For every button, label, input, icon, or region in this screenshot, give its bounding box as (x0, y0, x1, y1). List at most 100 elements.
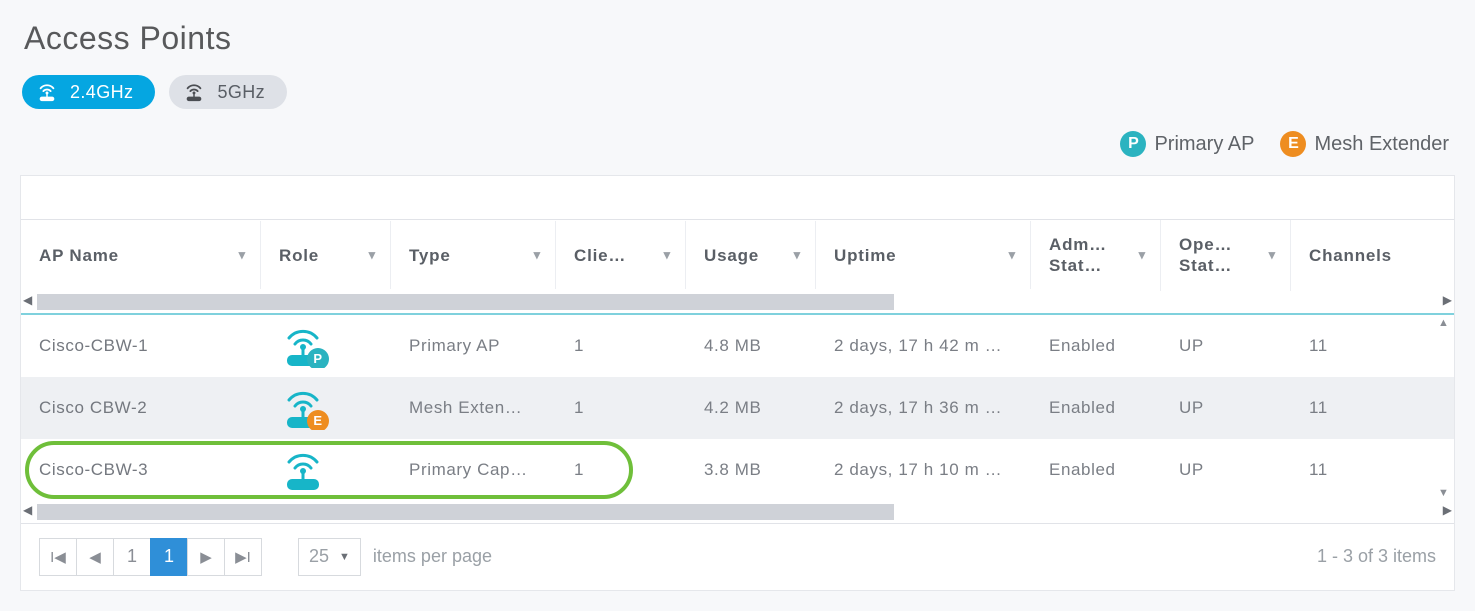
scroll-left-icon[interactable]: ◀ (23, 503, 32, 517)
cell-clients: 1 (556, 336, 686, 356)
cell-oper: UP (1161, 460, 1291, 480)
tab-label: 2.4GHz (70, 82, 133, 103)
mesh-extender-badge-icon: E (1280, 131, 1306, 157)
caret-down-icon: ▼ (339, 551, 350, 563)
table-row[interactable]: Cisco-CBW-1 (21, 315, 1454, 377)
col-label: Adm… Stat… (1049, 234, 1133, 277)
cell-uptime: 2 days, 17 h 10 m … (816, 460, 1031, 480)
pager-prev-button[interactable]: ◀ (76, 538, 114, 576)
cell-admin: Enabled (1031, 336, 1161, 356)
ap-role-icon (279, 448, 327, 492)
cell-channels: 11 (1291, 336, 1406, 356)
col-label: AP Name (39, 245, 119, 266)
col-label: Type (409, 245, 451, 266)
ap-icon (183, 82, 205, 102)
scroll-left-icon[interactable]: ◀ (23, 293, 32, 307)
cell-uptime: 2 days, 17 h 36 m … (816, 398, 1031, 418)
col-label: Clie… (574, 245, 626, 266)
col-usage[interactable]: Usage ▾ (686, 221, 816, 289)
col-role[interactable]: Role ▾ (261, 221, 391, 289)
legend-extender-label: Mesh Extender (1314, 133, 1449, 156)
cell-channels: 11 (1291, 398, 1406, 418)
cell-channels: 11 (1291, 460, 1406, 480)
pager-first-button[interactable]: I◀ (39, 538, 77, 576)
col-label: Ope… Stat… (1179, 234, 1263, 277)
col-ap-name[interactable]: AP Name ▾ (21, 221, 261, 289)
cell-oper: UP (1161, 336, 1291, 356)
cell-oper: UP (1161, 398, 1291, 418)
chevron-down-icon: ▾ (369, 247, 376, 263)
scroll-right-icon[interactable]: ▶ (1443, 503, 1452, 517)
cell-ap-name[interactable]: Cisco-CBW-3 (21, 460, 261, 480)
chevron-down-icon: ▾ (1269, 247, 1276, 263)
tab-label: 5GHz (217, 82, 265, 103)
ap-icon (36, 82, 58, 102)
chevron-down-icon: ▾ (664, 247, 671, 263)
ap-table: AP Name ▾ Role ▾ Type ▾ Clie… ▾ Usage ▾ Uptim… (20, 175, 1455, 591)
per-page-select[interactable]: 25 ▼ (298, 538, 361, 576)
pager-next-button[interactable]: ▶ (187, 538, 225, 576)
col-label: Usage (704, 245, 759, 266)
pager-page-input[interactable]: 1 (113, 538, 151, 576)
cell-role: E (261, 386, 391, 430)
table-row[interactable]: Cisco-CBW-3 (21, 439, 1454, 501)
chevron-down-icon: ▾ (794, 247, 801, 263)
col-label: Role (279, 245, 319, 266)
tab-2-4ghz[interactable]: 2.4GHz (22, 75, 155, 109)
page-title: Access Points (24, 20, 1455, 57)
chevron-down-icon: ▾ (239, 247, 246, 263)
cell-type: Primary Cap… (391, 460, 556, 480)
primary-ap-badge-icon: P (1120, 131, 1146, 157)
col-oper-status[interactable]: Ope… Stat… ▾ (1161, 220, 1291, 291)
cell-admin: Enabled (1031, 460, 1161, 480)
cell-role (261, 448, 391, 492)
vertical-scrollbar[interactable]: ▲ ▼ (1436, 315, 1454, 501)
cell-ap-name[interactable]: Cisco CBW-2 (21, 398, 261, 418)
cell-uptime: 2 days, 17 h 42 m … (816, 336, 1031, 356)
table-filter-row (21, 176, 1454, 220)
chevron-down-icon: ▾ (1009, 247, 1016, 263)
legend: P Primary AP E Mesh Extender (20, 131, 1449, 157)
ap-role-icon: E (279, 386, 327, 430)
col-admin-status[interactable]: Adm… Stat… ▾ (1031, 220, 1161, 291)
cell-usage: 4.2 MB (686, 398, 816, 418)
ap-role-icon: P (279, 324, 327, 368)
body-horizontal-scrollbar[interactable]: ◀ ▶ (21, 501, 1454, 523)
cell-ap-name[interactable]: Cisco-CBW-1 (21, 336, 261, 356)
table-body: Cisco-CBW-1 (21, 315, 1454, 501)
chevron-down-icon: ▾ (1139, 247, 1146, 263)
pager-current-page[interactable]: 1 (150, 538, 188, 576)
header-horizontal-scrollbar[interactable]: ◀ ▶ (21, 291, 1454, 313)
table-pager: I◀ ◀ 1 1 ▶ ▶I 25 ▼ items per page 1 - 3 … (21, 523, 1454, 590)
scroll-up-icon[interactable]: ▲ (1438, 317, 1449, 329)
table-row[interactable]: Cisco CBW-2 (21, 377, 1454, 439)
col-type[interactable]: Type ▾ (391, 221, 556, 289)
cell-usage: 3.8 MB (686, 460, 816, 480)
primary-badge-icon: P (307, 348, 329, 368)
tab-5ghz[interactable]: 5GHz (169, 75, 287, 109)
col-label: Uptime (834, 245, 896, 266)
per-page-label: items per page (373, 546, 492, 567)
table-header: AP Name ▾ Role ▾ Type ▾ Clie… ▾ Usage ▾ Uptim… (21, 220, 1454, 291)
cell-role: P (261, 324, 391, 368)
scroll-down-icon[interactable]: ▼ (1438, 487, 1449, 499)
per-page-value: 25 (309, 546, 329, 567)
pager-summary: 1 - 3 of 3 items (1317, 546, 1436, 567)
col-channels[interactable]: Channels (1291, 221, 1406, 289)
scroll-track[interactable] (37, 294, 894, 310)
cell-type: Primary AP (391, 336, 556, 356)
extender-badge-icon: E (307, 410, 329, 430)
cell-clients: 1 (556, 460, 686, 480)
pager-last-button[interactable]: ▶I (224, 538, 262, 576)
col-label: Channels (1309, 245, 1392, 266)
col-clients[interactable]: Clie… ▾ (556, 221, 686, 289)
scroll-track[interactable] (37, 504, 894, 520)
scroll-right-icon[interactable]: ▶ (1443, 293, 1452, 307)
cell-clients: 1 (556, 398, 686, 418)
band-tabs: 2.4GHz 5GHz (22, 75, 1455, 109)
cell-usage: 4.8 MB (686, 336, 816, 356)
cell-admin: Enabled (1031, 398, 1161, 418)
col-uptime[interactable]: Uptime ▾ (816, 221, 1031, 289)
cell-type: Mesh Exten… (391, 398, 556, 418)
chevron-down-icon: ▾ (534, 247, 541, 263)
